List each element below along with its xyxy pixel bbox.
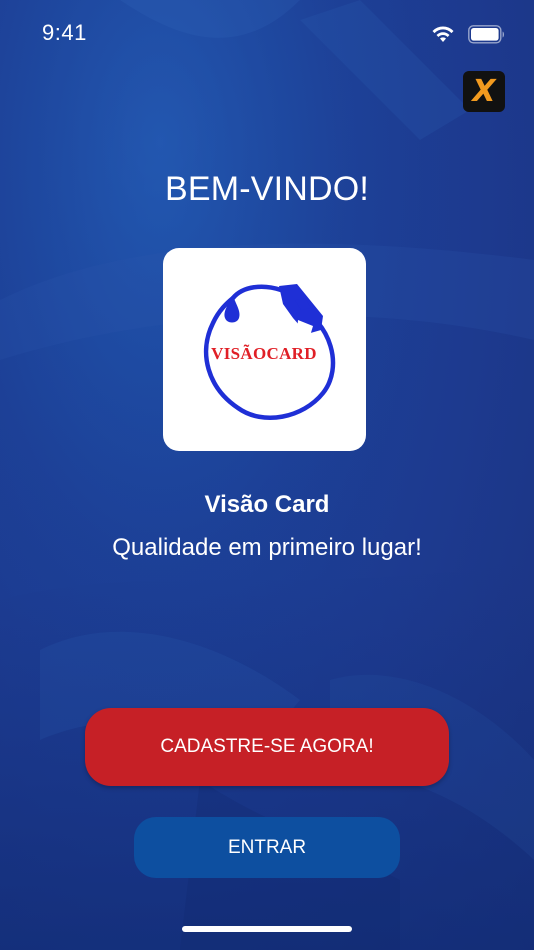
wifi-icon <box>432 26 454 42</box>
battery-icon <box>468 25 505 44</box>
logo-text: VISÃOCARD <box>211 344 317 363</box>
status-time: 9:41 <box>42 20 87 45</box>
tagline: Qualidade em primeiro lugar! <box>112 534 422 561</box>
register-button[interactable]: CADASTRE-SE AGORA! <box>85 708 449 786</box>
login-button[interactable]: ENTRAR <box>134 817 400 878</box>
company-name: Visão Card <box>204 491 330 518</box>
status-bar: 9:41 <box>0 0 534 70</box>
logo-card: VISÃOCARD <box>163 248 366 451</box>
welcome-title: BEM-VINDO! <box>164 170 370 208</box>
app-badge-icon[interactable]: X <box>463 71 505 112</box>
background-image <box>0 0 534 950</box>
home-indicator[interactable] <box>182 926 352 932</box>
